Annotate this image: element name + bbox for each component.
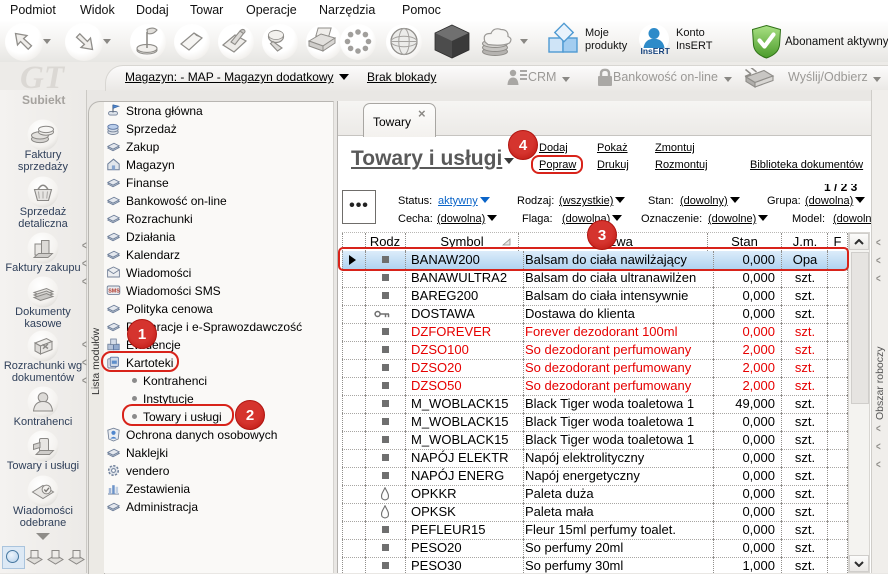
- svg-text:InsERT: InsERT: [641, 46, 671, 56]
- svg-text:SMS: SMS: [108, 289, 120, 295]
